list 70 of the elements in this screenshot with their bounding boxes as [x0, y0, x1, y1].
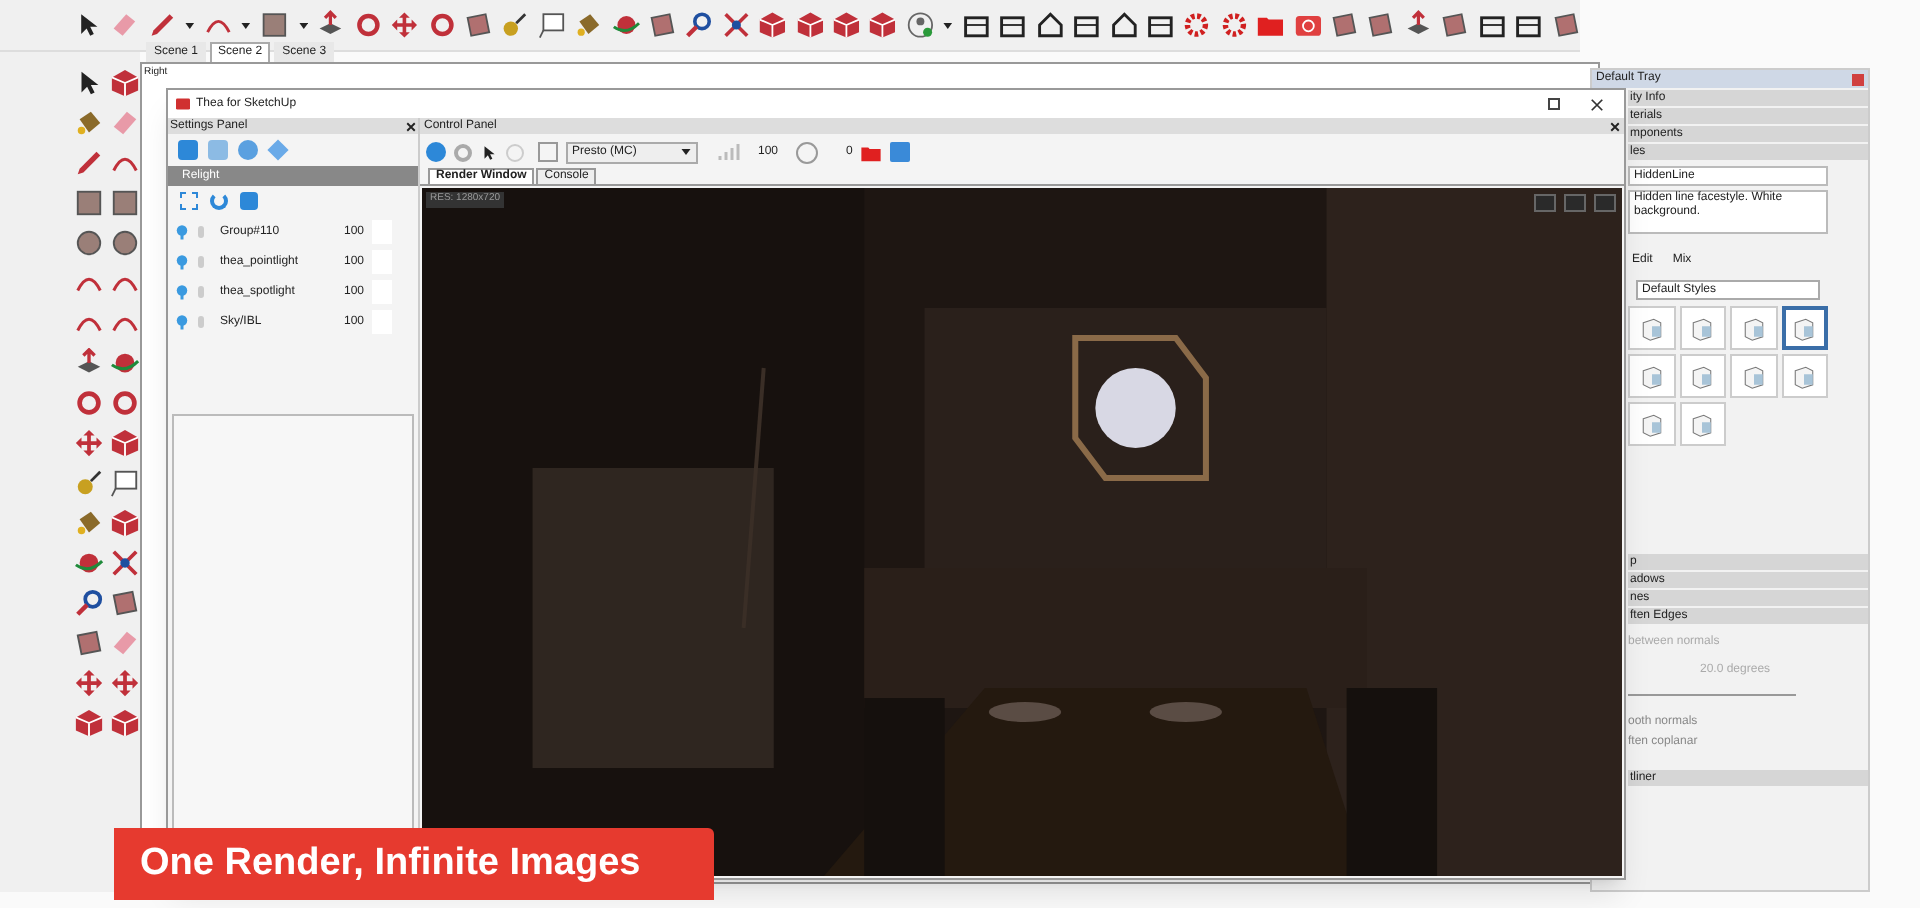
push-pull-icon[interactable] — [316, 10, 346, 40]
caret-icon[interactable] — [240, 19, 253, 31]
box-icon[interactable] — [998, 10, 1028, 40]
cube-icon[interactable] — [110, 68, 140, 98]
view-option-icon[interactable] — [1564, 194, 1586, 212]
caret-icon[interactable] — [184, 19, 196, 31]
box-icon[interactable] — [1072, 10, 1102, 40]
bulb-icon[interactable] — [176, 284, 188, 300]
move-icon[interactable] — [110, 668, 140, 698]
cube-icon[interactable] — [74, 708, 104, 738]
close-icon[interactable] — [406, 121, 416, 131]
gear-icon[interactable] — [1182, 10, 1212, 40]
box-icon[interactable] — [962, 10, 991, 40]
zoom-extents-icon[interactable] — [110, 548, 140, 578]
move-icon[interactable] — [74, 428, 104, 458]
cube-icon[interactable] — [110, 428, 140, 458]
cube-icon[interactable] — [110, 508, 140, 538]
bulb-icon[interactable] — [176, 254, 188, 270]
house-icon[interactable] — [1109, 10, 1139, 40]
pencil-icon[interactable] — [147, 10, 177, 40]
paint-bucket-icon[interactable] — [74, 108, 104, 138]
caret-icon[interactable] — [680, 146, 692, 158]
box-icon[interactable] — [1514, 10, 1543, 40]
view-option-icon[interactable] — [1534, 194, 1556, 212]
bulb-icon[interactable] — [176, 224, 188, 240]
view-option-icon[interactable] — [1594, 194, 1616, 212]
refresh-icon[interactable] — [210, 192, 228, 210]
house-icon[interactable] — [1035, 10, 1065, 40]
push-pull-icon[interactable] — [1403, 10, 1433, 40]
box-icon[interactable] — [1477, 10, 1507, 40]
magnifier-icon[interactable] — [74, 588, 104, 618]
cube-icon[interactable] — [758, 10, 788, 40]
move-icon[interactable] — [74, 668, 104, 698]
caret-icon[interactable] — [942, 19, 954, 31]
paint-bucket-icon[interactable] — [574, 10, 604, 40]
square-icon[interactable] — [74, 188, 104, 218]
cube-icon[interactable] — [795, 10, 825, 40]
move-icon[interactable] — [390, 10, 420, 40]
cube-icon[interactable] — [868, 10, 898, 40]
push-pull-icon[interactable] — [74, 348, 104, 378]
style-thumbnail[interactable] — [1781, 306, 1828, 350]
maximize-icon[interactable] — [1548, 98, 1560, 110]
square-icon[interactable] — [260, 10, 290, 40]
caret-icon[interactable] — [297, 19, 309, 31]
close-icon[interactable] — [1610, 121, 1620, 131]
bulb-icon[interactable] — [176, 314, 188, 330]
paint-bucket-icon[interactable] — [74, 508, 104, 538]
cube-icon[interactable] — [110, 708, 140, 738]
cube-icon[interactable] — [832, 10, 861, 40]
frame-icon[interactable] — [180, 192, 198, 210]
camera-icon[interactable] — [1293, 10, 1323, 40]
signal-bars-icon — [718, 142, 742, 162]
cursor-icon[interactable] — [480, 143, 498, 161]
square-icon[interactable] — [110, 188, 140, 218]
zoom-extents-icon[interactable] — [721, 10, 751, 40]
box-icon[interactable] — [1146, 10, 1175, 40]
image-icon[interactable] — [890, 142, 911, 162]
text-label-icon[interactable] — [537, 10, 567, 40]
close-icon[interactable] — [1590, 97, 1604, 111]
tape-measure-icon[interactable] — [500, 10, 530, 40]
play-icon[interactable] — [426, 142, 446, 162]
app-logo-icon — [176, 98, 190, 110]
circle-icon[interactable] — [74, 228, 104, 258]
text-label-icon[interactable] — [110, 468, 140, 498]
gear-icon[interactable] — [1219, 10, 1249, 40]
magnifier-icon[interactable] — [684, 10, 714, 40]
pencil-icon[interactable] — [74, 148, 104, 178]
circle-icon[interactable] — [110, 228, 140, 258]
caption-banner: One Render, Infinite Images — [114, 828, 714, 900]
tape-measure-icon[interactable] — [74, 468, 104, 498]
